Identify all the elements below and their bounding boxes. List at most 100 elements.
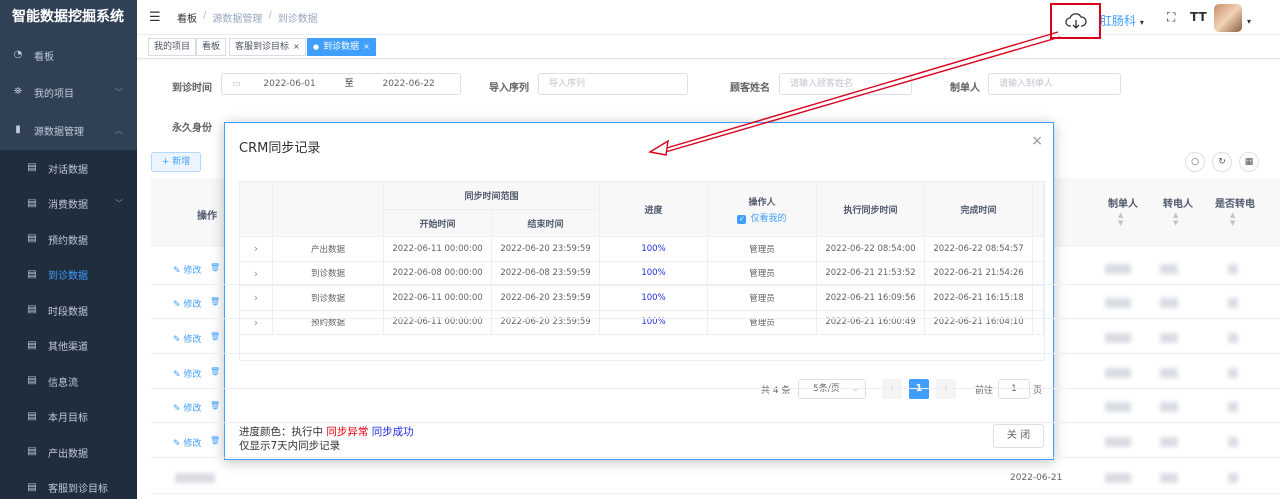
avatar[interactable] xyxy=(1214,4,1242,32)
edit-icon: ✎ xyxy=(173,300,184,310)
chevron-down-icon: ﹀ xyxy=(115,199,123,208)
sidebar-item-0[interactable]: ◔ 看板 xyxy=(0,37,137,73)
close-icon[interactable]: × xyxy=(1031,133,1043,149)
tag-board[interactable]: 看板 xyxy=(196,38,227,56)
close-icon[interactable]: × xyxy=(293,42,300,51)
date-from: 2022-06-01 xyxy=(263,79,316,89)
col-creator: 制单人 xyxy=(1108,199,1138,210)
sidebar-item-6[interactable]: ▤ 到诊数据 xyxy=(0,256,137,293)
delete-icon[interactable]: 🗑 xyxy=(210,436,220,445)
operator-label: 操作人 xyxy=(748,197,776,208)
edit-label: 修改 xyxy=(183,404,202,414)
redacted-cell xyxy=(1160,264,1178,274)
add-button[interactable]: + 新增 xyxy=(151,152,201,172)
sidebar-item-label: 预约数据 xyxy=(48,235,88,247)
sidebar-item-12[interactable]: ▤ 客服到诊目标 xyxy=(0,469,137,499)
redacted-cell xyxy=(1228,402,1238,412)
edit-link[interactable]: ✎ 修改 xyxy=(173,401,201,414)
redacted-cell xyxy=(1160,333,1178,343)
sort-icon[interactable]: ▲ ▼ xyxy=(1118,211,1123,227)
sidebar-item-9[interactable]: ▤ 信息流 xyxy=(0,363,137,399)
customer-input[interactable]: 请输入顾客姓名 xyxy=(779,73,912,95)
breadcrumb: 看板 / 源数据管理 / 到诊数据 xyxy=(177,10,318,25)
edit-link[interactable]: ✎ 修改 xyxy=(173,297,201,310)
sidebar-item-3[interactable]: ▤ 对话数据 xyxy=(0,150,137,186)
breadcrumb-sep: / xyxy=(268,9,272,21)
font-size-icon[interactable]: TT xyxy=(1190,10,1207,24)
tag-my-project[interactable]: 我的项目 xyxy=(148,38,197,56)
search-icon[interactable]: ○ xyxy=(1185,152,1205,172)
edit-link[interactable]: ✎ 修改 xyxy=(173,263,201,276)
edit-link[interactable]: ✎ 修改 xyxy=(173,436,201,449)
redacted-cell xyxy=(1160,402,1178,412)
date-range-input[interactable]: ▭ 2022-06-01 至 2022-06-22 xyxy=(221,73,461,95)
visit-time-label: 到诊时间 xyxy=(172,83,212,94)
user-dept[interactable]: 肛肠科 ▾ xyxy=(1100,12,1144,29)
edit-link[interactable]: ✎ 修改 xyxy=(173,367,201,380)
creator-input[interactable]: 请输入制单人 xyxy=(988,73,1121,95)
cloud-download-icon xyxy=(1064,13,1087,29)
redacted-cell xyxy=(1160,298,1178,308)
refresh-icon[interactable]: ↻ xyxy=(1212,152,1232,172)
sort-icon[interactable]: ▲ ▼ xyxy=(1230,211,1235,227)
doc-icon: ▤ xyxy=(27,233,37,244)
col-end: 结束时间 xyxy=(492,210,600,237)
sidebar-item-4[interactable]: ▤ 消费数据 ﹀ xyxy=(0,185,137,222)
date-to: 2022-06-22 xyxy=(382,79,435,89)
sidebar-item-label: 其他渠道 xyxy=(48,342,88,353)
grid-icon[interactable]: ▦ xyxy=(1239,152,1259,172)
col-is-transfer: 是否转电 xyxy=(1215,199,1255,210)
import-seq-input[interactable]: 导入序列 xyxy=(538,73,688,95)
edit-icon: ✎ xyxy=(173,266,184,276)
edit-link[interactable]: ✎ 修改 xyxy=(173,332,201,345)
customer-label: 顾客姓名 xyxy=(730,83,770,94)
sidebar-item-2[interactable]: ▮ 源数据管理 ︿ xyxy=(0,112,137,148)
delete-icon[interactable]: 🗑 xyxy=(210,367,220,376)
sidebar-item-1[interactable]: ⛯ 我的项目 ﹀ xyxy=(0,74,137,110)
sidebar-item-label: 我的项目 xyxy=(34,88,74,100)
doc-icon: ▤ xyxy=(27,481,37,493)
delete-icon[interactable]: 🗑 xyxy=(210,401,220,410)
sidebar-item-10[interactable]: ▤ 本月目标 xyxy=(0,398,137,435)
calendar-icon: ▭ xyxy=(232,79,241,89)
tag-cs-target[interactable]: 客服到诊目标 × xyxy=(229,38,306,56)
sidebar-item-label: 源数据管理 xyxy=(34,126,84,138)
chevron-up-icon: ︿ xyxy=(115,125,123,135)
breadcrumb-item-source[interactable]: 源数据管理 xyxy=(212,10,262,25)
fullscreen-icon[interactable]: ⛶ xyxy=(1167,10,1175,25)
dashboard-icon: ◔ xyxy=(13,49,23,60)
sidebar-item-5[interactable]: ▤ 预约数据 xyxy=(0,221,137,257)
redacted-cell xyxy=(1105,298,1131,308)
sidebar-item-8[interactable]: ▤ 其他渠道 xyxy=(0,327,137,364)
col-scroll xyxy=(1033,182,1044,237)
sidebar-item-label: 对话数据 xyxy=(48,164,88,176)
hamburger-icon[interactable]: ☰ xyxy=(149,10,163,25)
chevron-down-icon[interactable]: ▾ xyxy=(1247,17,1251,26)
sidebar-item-11[interactable]: ▤ 产出数据 xyxy=(0,434,137,470)
col-range: 同步时间范围 xyxy=(384,182,600,210)
delete-icon[interactable]: 🗑 xyxy=(210,332,220,341)
doc-icon: ▤ xyxy=(27,446,37,457)
sidebar-item-label: 消费数据 xyxy=(48,200,88,211)
sidebar-item-label: 到诊数据 xyxy=(48,271,88,282)
edit-label: 修改 xyxy=(183,439,202,449)
redacted-cell xyxy=(1160,368,1178,378)
col-operator: 操作人 ✓ 仅看我的 xyxy=(708,182,817,237)
doc-icon: ▤ xyxy=(27,375,37,386)
doc-icon: ▤ xyxy=(27,304,37,315)
redacted-cell xyxy=(1105,368,1131,378)
only-mine-checkbox[interactable]: ✓ 仅看我的 xyxy=(737,211,787,224)
tag-visit-data[interactable]: ● 到诊数据 × xyxy=(307,38,376,56)
sort-icon[interactable]: ▲ ▼ xyxy=(1173,211,1178,227)
redacted-cell xyxy=(1228,333,1238,343)
sidebar-item-7[interactable]: ▤ 时段数据 xyxy=(0,292,137,328)
breadcrumb-item-board[interactable]: 看板 xyxy=(177,10,197,25)
date-sep: 至 xyxy=(344,79,354,89)
sidebar-item-label: 信息流 xyxy=(48,377,78,389)
col-op: 操作 xyxy=(197,211,217,222)
cloud-download-button[interactable] xyxy=(1050,3,1101,39)
redacted-cell xyxy=(1105,333,1131,343)
close-icon[interactable]: × xyxy=(363,42,370,51)
delete-icon[interactable]: 🗑 xyxy=(210,297,220,306)
delete-icon[interactable]: 🗑 xyxy=(210,263,220,272)
